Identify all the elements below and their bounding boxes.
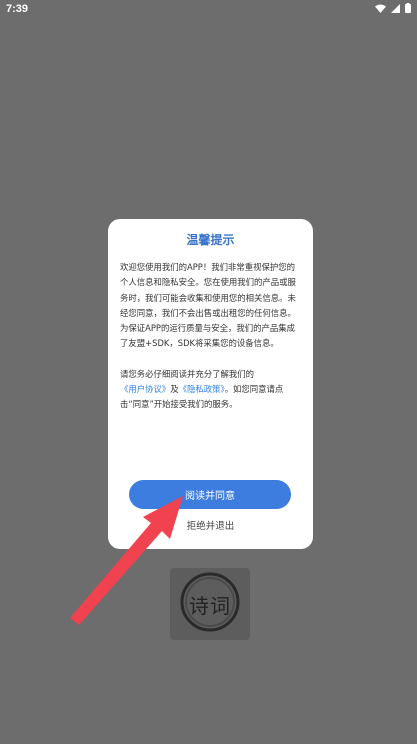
wifi-icon bbox=[375, 4, 386, 13]
app-logo: 诗词 bbox=[170, 568, 250, 640]
battery-icon bbox=[405, 3, 411, 13]
refuse-exit-button[interactable]: 拒绝并退出 bbox=[108, 518, 313, 532]
user-agreement-link[interactable]: 《用户协议》 bbox=[120, 384, 170, 394]
signal-icon bbox=[391, 3, 400, 13]
status-icons bbox=[375, 3, 411, 13]
dialog-title: 温馨提示 bbox=[186, 233, 235, 247]
status-bar: 7:39 bbox=[0, 0, 417, 18]
dialog-paragraph-intro: 欢迎您使用我们的APP！我们非常重视保护您的个人信息和隐私安全。您在使用我们的产… bbox=[120, 262, 296, 349]
dialog-body: 欢迎您使用我们的APP！我们非常重视保护您的个人信息和隐私安全。您在使用我们的产… bbox=[120, 260, 301, 413]
privacy-policy-link[interactable]: 《隐私政策》 bbox=[179, 384, 225, 394]
logo-text: 诗词 bbox=[189, 594, 231, 618]
dialog-paragraph-agreement: 请您务必仔细阅读并充分了解我们的《用户协议》及《隐私政策》。如您同意请点击“同意… bbox=[120, 367, 301, 413]
agree-button[interactable]: 阅读并同意 bbox=[129, 480, 291, 509]
conjunction-text: 及 bbox=[170, 384, 179, 395]
status-time: 7:39 bbox=[6, 3, 29, 15]
privacy-dialog: 温馨提示 欢迎您使用我们的APP！我们非常重视保护您的个人信息和隐私安全。您在使… bbox=[108, 219, 313, 549]
agreement-prefix: 请您务必仔细阅读并充分了解我们的 bbox=[120, 368, 254, 379]
